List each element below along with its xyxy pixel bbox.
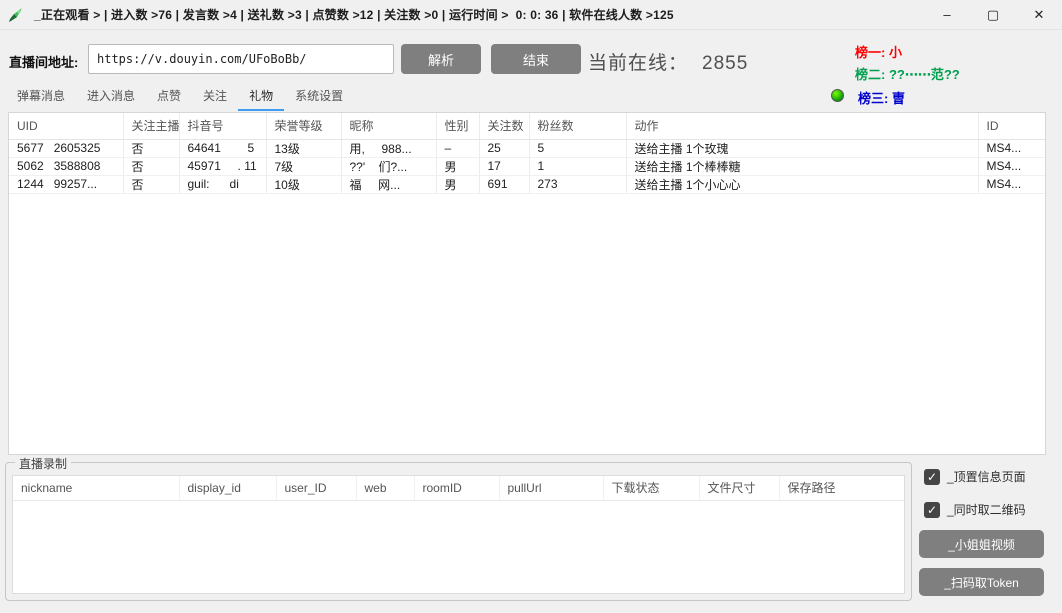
stop-button[interactable]: 结束 [491, 44, 581, 74]
cell-action: 送给主播 1个玫瑰 [626, 139, 979, 158]
gift-table: UID 关注主播 抖音号 荣誉等级 昵称 性别 关注数 粉丝数 动作 ID 56… [8, 112, 1046, 455]
cell-gender: 男 [436, 157, 480, 176]
cell-uid: 5062 3588808 [9, 157, 124, 176]
recording-table: nickname display_id user_ID web roomID p… [12, 475, 905, 594]
cell-follow: 否 [123, 139, 180, 158]
col-file-size[interactable]: 文件尺寸 [699, 476, 780, 501]
tab-gifts[interactable]: 礼物 [238, 84, 285, 111]
leaderboard-rank2: 榜二: ??⋯⋯范?? [855, 67, 960, 82]
tab-follows[interactable]: 关注 [192, 84, 238, 111]
cell-id: MS4... [978, 175, 1045, 194]
cell-action: 送给主播 1个小心心 [626, 175, 979, 194]
checkbox-pin-info-label: _顶置信息页面 [947, 470, 1026, 484]
cell-nickname: 福 网... [341, 175, 437, 194]
cell-gender: – [436, 139, 480, 158]
cell-follows: 17 [479, 157, 530, 176]
current-online: 当前在线： 2855 [588, 48, 748, 75]
tab-bar: 弹幕消息 进入消息 点赞 关注 礼物 系统设置 [6, 84, 354, 111]
checkbox-qrcode-label: _同时取二维码 [947, 503, 1026, 517]
cell-level: 10级 [266, 175, 342, 194]
current-online-count: 2855 [702, 53, 749, 74]
live-recording-label: 直播录制 [15, 455, 72, 472]
cell-douyin-id: 64641 5 [179, 139, 267, 158]
cell-nickname: ??' 们?... [341, 157, 437, 176]
col-follow-count[interactable]: 关注数 [479, 113, 530, 140]
cell-nickname: 用, 988... [341, 139, 437, 158]
title-bar: _正在观看 > | 进入数 >76 | 发言数 >4 | 送礼数 >3 | 点赞… [0, 0, 1062, 30]
leaderboard-rank1: 榜一: 小 [855, 45, 902, 60]
minimize-icon[interactable]: – [924, 0, 970, 30]
cell-follow: 否 [123, 157, 180, 176]
live-recording-group: 直播录制 nickname display_id user_ID web roo… [5, 455, 912, 601]
app-window: _正在观看 > | 进入数 >76 | 发言数 >4 | 送礼数 >3 | 点赞… [0, 0, 1062, 613]
cell-action: 送给主播 1个棒棒糖 [626, 157, 979, 176]
col-honor-level[interactable]: 荣誉等级 [266, 113, 342, 140]
col-nickname[interactable]: nickname [13, 476, 180, 501]
col-fans-count[interactable]: 粉丝数 [529, 113, 627, 140]
live-room-url-label: 直播间地址: [9, 55, 79, 70]
checkbox-pin-info-page[interactable]: ✓ _顶置信息页面 [924, 468, 1026, 485]
window-title: _正在观看 > | 进入数 >76 | 发言数 >4 | 送礼数 >3 | 点赞… [34, 8, 674, 22]
cell-follows: 691 [479, 175, 530, 194]
cell-douyin-id: guil: di [179, 175, 267, 194]
maximize-icon[interactable]: ▢ [970, 0, 1016, 30]
cell-level: 13级 [266, 139, 342, 158]
col-user-id[interactable]: user_ID [276, 476, 357, 501]
current-online-label: 当前在线： [588, 53, 689, 74]
parse-button[interactable]: 解析 [401, 44, 481, 74]
cell-id: MS4... [978, 157, 1045, 176]
col-action[interactable]: 动作 [626, 113, 979, 140]
col-follow-streamer[interactable]: 关注主播 [123, 113, 180, 140]
cell-uid: 5677 2605325 [9, 139, 124, 158]
col-display-id[interactable]: display_id [179, 476, 277, 501]
checkbox-checked-icon[interactable]: ✓ [924, 501, 940, 518]
col-douyin-id[interactable]: 抖音号 [179, 113, 267, 140]
girl-video-button[interactable]: _小姐姐视频 [919, 530, 1044, 558]
col-save-path[interactable]: 保存路径 [779, 476, 904, 501]
col-nickname[interactable]: 昵称 [341, 113, 437, 140]
tab-danmu-messages[interactable]: 弹幕消息 [6, 84, 76, 111]
col-web[interactable]: web [356, 476, 415, 501]
cell-fans: 5 [529, 139, 627, 158]
recording-table-header-row: nickname display_id user_ID web roomID p… [13, 476, 904, 501]
cell-gender: 男 [436, 175, 480, 194]
col-room-id[interactable]: roomID [414, 476, 500, 501]
col-pull-url[interactable]: pullUrl [499, 476, 604, 501]
col-gender[interactable]: 性别 [436, 113, 480, 140]
checkbox-checked-icon[interactable]: ✓ [924, 468, 940, 485]
table-row[interactable]: 1244 99257... 否 guil: di 10级 福 网... 男 69… [9, 175, 1045, 194]
cell-follow: 否 [123, 175, 180, 194]
col-id[interactable]: ID [978, 113, 1045, 140]
table-row[interactable]: 5062 3588808 否 45971 . 11 7级 ??' 们?... 男… [9, 157, 1045, 176]
table-row[interactable]: 5677 2605325 否 64641 5 13级 用, 988... – 2… [9, 139, 1045, 158]
cell-uid: 1244 99257... [9, 175, 124, 194]
cell-id: MS4... [978, 139, 1045, 158]
cell-fans: 1 [529, 157, 627, 176]
gift-table-header-row: UID 关注主播 抖音号 荣誉等级 昵称 性别 关注数 粉丝数 动作 ID [9, 113, 1045, 140]
cell-douyin-id: 45971 . 11 [179, 157, 267, 176]
app-icon [6, 5, 26, 25]
tab-enter-messages[interactable]: 进入消息 [76, 84, 146, 111]
leaderboard-rank3: 榜三: 曺 [858, 91, 905, 106]
close-icon[interactable]: ✕ [1016, 0, 1062, 30]
cell-level: 7级 [266, 157, 342, 176]
checkbox-qrcode[interactable]: ✓ _同时取二维码 [924, 501, 1026, 518]
live-room-url-input[interactable] [88, 44, 394, 74]
tab-system-settings[interactable]: 系统设置 [284, 84, 354, 111]
cell-follows: 25 [479, 139, 530, 158]
col-download-status[interactable]: 下载状态 [603, 476, 700, 501]
green-dot-icon [831, 89, 844, 102]
scan-token-button[interactable]: _扫码取Token [919, 568, 1044, 596]
cell-fans: 273 [529, 175, 627, 194]
tab-likes[interactable]: 点赞 [146, 84, 192, 111]
col-uid[interactable]: UID [9, 113, 124, 140]
window-controls: – ▢ ✕ [924, 0, 1062, 30]
